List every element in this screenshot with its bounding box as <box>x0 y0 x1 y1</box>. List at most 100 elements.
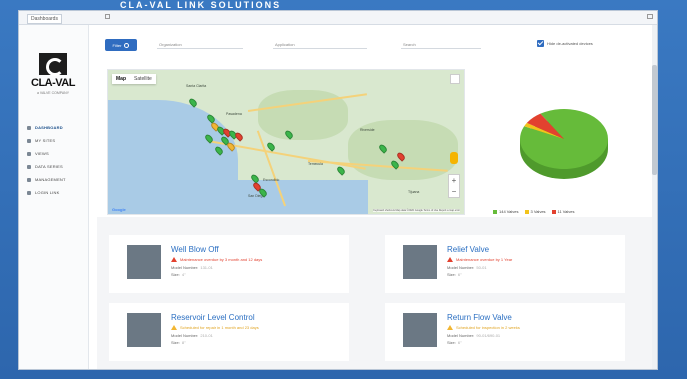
pie-slices <box>520 109 608 170</box>
alert-triangle-icon <box>171 257 177 262</box>
sidebar-item-views[interactable]: VIEWS <box>27 147 89 160</box>
alert-text: Maintenance overdue by 3 month and 12 da… <box>180 257 263 262</box>
map-type-tabs: Map Satellite <box>112 74 156 84</box>
legend-label: 144 Valves <box>499 209 519 214</box>
dashboard-icon <box>27 125 31 130</box>
valve-card[interactable]: Return Flow Valve Scheduled for inspecti… <box>385 303 625 361</box>
sidebar-item-management[interactable]: MANAGEMENT <box>27 173 89 186</box>
search-input[interactable]: Search <box>401 41 481 49</box>
valve-alert: Maintenance overdue by 3 month and 12 da… <box>171 257 262 262</box>
valve-alert: Maintenance overdue by 1 Year <box>447 257 512 262</box>
sidebar-item-dashboard[interactable]: DASHBOARD <box>27 121 89 134</box>
size-value: 4" <box>181 272 186 277</box>
map-attribution[interactable]: Keyboard shortcuts Map data ©2020 Google… <box>373 209 460 212</box>
valve-card[interactable]: Well Blow Off Maintenance overdue by 3 m… <box>109 235 349 293</box>
valve-card[interactable]: Relief Valve Maintenance overdue by 1 Ye… <box>385 235 625 293</box>
map-marker[interactable] <box>233 131 245 142</box>
sidebar-item-data-series[interactable]: DATA SERIES <box>27 160 89 173</box>
model-label: Model Number: <box>171 265 199 270</box>
logo-tagline: a VALVE COMPANY <box>36 91 70 95</box>
size-label: Size: <box>171 340 180 345</box>
sidebar-item-label: MY SITES <box>35 138 56 143</box>
valve-photo <box>403 245 437 279</box>
valve-title[interactable]: Return Flow Valve <box>447 313 512 322</box>
filter-toolbar: Filter Organization Application Search H… <box>97 39 657 59</box>
alert-text: Scheduled for inspection in 2 weeks <box>456 325 520 330</box>
tab-dashboards[interactable]: Dashboards <box>27 14 62 24</box>
logo-word: CLA-VAL <box>31 77 75 89</box>
application-select[interactable]: Application <box>273 41 367 49</box>
legend-item-ok: 144 Valves <box>493 209 519 214</box>
map-ocean <box>108 180 368 214</box>
app-window: Dashboards CLA-VAL a VALVE COMPANY DASHB… <box>18 10 658 370</box>
alert-text: Scheduled for repair in 1 month and 23 d… <box>180 325 259 330</box>
legend-swatch <box>493 209 497 214</box>
sidebar-item-label: DASHBOARD <box>35 125 63 130</box>
organization-select[interactable]: Organization <box>157 41 243 49</box>
valve-cards: Well Blow Off Maintenance overdue by 3 m… <box>97 217 657 369</box>
vertical-scrollbar[interactable] <box>652 25 657 369</box>
tab-map[interactable]: Map <box>112 74 130 84</box>
valve-status-pie: 144 Valves 3 Valves 11 Valves <box>489 91 639 231</box>
legend-label: 3 Valves <box>530 209 546 214</box>
valve-model: Model Number: 131-01 <box>171 265 213 270</box>
top-bar: Dashboards <box>19 11 657 25</box>
valve-model: Model Number: 210-01 <box>171 333 213 338</box>
header-text: CLA-VAL LINK SOLUTIONS <box>120 0 282 8</box>
sidebar-item-login-link[interactable]: LOGIN LINK <box>27 186 89 199</box>
valve-title[interactable]: Relief Valve <box>447 245 489 254</box>
valve-photo <box>403 313 437 347</box>
map-place-label: Temecula <box>308 162 323 166</box>
filter-button[interactable]: Filter <box>105 39 137 51</box>
valve-model: Model Number: 90-01/690-01 <box>447 333 500 338</box>
valve-size: Size: 6" <box>447 272 462 277</box>
map-marker[interactable] <box>335 165 347 176</box>
valve-size: Size: 4" <box>171 272 186 277</box>
valve-card[interactable]: Reservoir Level Control Scheduled for re… <box>109 303 349 361</box>
new-tab-icon[interactable] <box>105 14 110 19</box>
cla-val-logo: CLA-VAL a VALVE COMPANY <box>29 53 77 109</box>
valve-alert: Scheduled for repair in 1 month and 23 d… <box>171 325 259 330</box>
site-map[interactable]: Santa Clarita Pasadena Riverside Temecul… <box>107 69 465 215</box>
window-menu-icon[interactable] <box>647 14 653 19</box>
map-place-label: Escondido <box>263 178 280 182</box>
sidebar-item-label: DATA SERIES <box>35 164 63 169</box>
valve-model: Model Number: 50-01 <box>447 265 487 270</box>
model-value: 90-01/690-01 <box>476 333 501 338</box>
zoom-in-button[interactable]: + <box>449 175 459 186</box>
valve-title[interactable]: Well Blow Off <box>171 245 219 254</box>
valve-photo <box>127 245 161 279</box>
google-logo: Google <box>112 207 126 212</box>
size-value: 8" <box>181 340 186 345</box>
logo-mark-icon <box>39 53 67 76</box>
legend-label: 11 Valves <box>557 209 575 214</box>
sidebar-item-my-sites[interactable]: MY SITES <box>27 134 89 147</box>
legend-item-alert: 11 Valves <box>551 209 575 214</box>
scrollbar-thumb[interactable] <box>652 65 657 175</box>
pie-chart <box>520 109 608 179</box>
zoom-out-button[interactable]: − <box>449 186 459 197</box>
size-label: Size: <box>171 272 180 277</box>
hide-deactivated-checkbox[interactable] <box>537 40 544 47</box>
size-value: 6" <box>457 340 462 345</box>
valve-title[interactable]: Reservoir Level Control <box>171 313 255 322</box>
model-value: 210-01 <box>200 333 213 338</box>
tab-satellite[interactable]: Satellite <box>130 74 156 84</box>
fullscreen-icon[interactable] <box>450 74 460 84</box>
alert-triangle-icon <box>171 325 177 330</box>
legend-item-warn: 3 Valves <box>524 209 546 214</box>
pie-legend: 144 Valves 3 Valves 11 Valves <box>493 209 581 214</box>
valve-size: Size: 6" <box>447 340 462 345</box>
hide-deactivated-toggle[interactable]: Hide de-activated devices <box>537 40 593 47</box>
sidebar-item-label: VIEWS <box>35 151 49 156</box>
size-label: Size: <box>447 272 456 277</box>
zoom-control: + − <box>448 174 460 198</box>
valve-alert: Scheduled for inspection in 2 weeks <box>447 325 520 330</box>
model-label: Model Number: <box>447 265 475 270</box>
legend-swatch <box>524 209 529 214</box>
street-view-icon[interactable] <box>450 152 458 164</box>
size-value: 6" <box>457 272 462 277</box>
legend-swatch <box>551 209 556 214</box>
map-place-label: Pasadena <box>226 112 242 116</box>
model-label: Model Number: <box>447 333 475 338</box>
